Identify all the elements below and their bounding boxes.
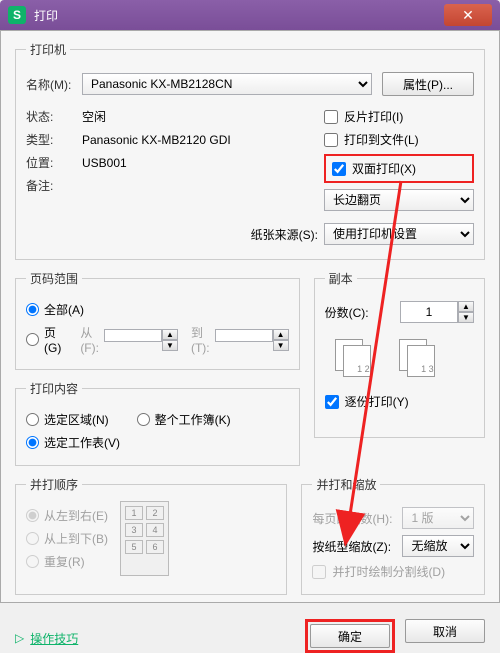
printer-group: 打印机 名称(M): Panasonic KX-MB2128CN 属性(P)..… [15,41,485,260]
count-label: 份数(C): [325,304,369,321]
print-to-file-checkbox[interactable] [324,133,338,147]
dialog-body: 打印机 名称(M): Panasonic KX-MB2128CN 属性(P)..… [0,30,500,603]
ok-highlight: 确定 [305,619,395,653]
copies-group: 副本 份数(C): ▲▼ 1 2 1 3 逐份打印(Y) [314,270,485,438]
sel-sheet-label: 选定工作表(V) [44,434,120,451]
perpage-select: 1 版 [402,507,474,529]
duplex-label: 双面打印(X) [352,160,416,177]
whole-book-radio[interactable] [137,413,150,426]
reverse-print-label: 反片打印(I) [344,108,403,125]
copies-legend: 副本 [325,270,357,287]
scale-group: 并打和缩放 每页的版数(H):1 版 按纸型缩放(Z):无缩放 并打时绘制分割线… [301,476,485,595]
lr-label: 从左到右(E) [44,507,108,524]
to-spin-down[interactable]: ▼ [273,340,289,351]
duplex-checkbox[interactable] [332,162,346,176]
cancel-button[interactable]: 取消 [405,619,485,643]
status-label: 状态: [26,108,82,125]
note-label: 备注: [26,177,82,194]
print-to-file-label: 打印到文件(L) [344,131,419,148]
printer-legend: 打印机 [26,41,70,58]
count-input[interactable] [400,301,458,323]
titlebar: S 打印 ✕ [0,0,500,30]
print-order-legend: 并打顺序 [26,476,82,493]
flip-select[interactable]: 长边翻页 [324,189,474,211]
app-icon: S [8,6,26,24]
close-button[interactable]: ✕ [444,4,492,26]
sel-sheet-radio[interactable] [26,436,39,449]
collate-checkbox[interactable] [325,395,339,409]
loc-label: 位置: [26,154,82,171]
repeat-radio [26,555,39,568]
type-value: Panasonic KX-MB2120 GDI [82,133,231,147]
to-input[interactable] [215,329,273,342]
tips-label: 操作技巧 [30,630,78,647]
print-order-group: 并打顺序 从左到右(E) 从上到下(B) 重复(R) 123456 [15,476,287,595]
cutline-label: 并打时绘制分割线(D) [332,563,445,580]
to-spin-up[interactable]: ▲ [273,329,289,340]
page-range-group: 页码范围 全部(A) 页(G) 从(F): ▲▼ 到(T): ▲▼ [15,270,300,370]
from-spin-up[interactable]: ▲ [162,329,178,340]
from-label: 从(F): [80,324,99,355]
cutline-checkbox [312,565,326,579]
scale-legend: 并打和缩放 [312,476,380,493]
tb-radio [26,532,39,545]
name-label: 名称(M): [26,76,82,93]
to-label: 到(T): [191,324,210,355]
reverse-print-checkbox[interactable] [324,110,338,124]
pages-label: 页(G) [44,324,61,355]
properties-button[interactable]: 属性(P)... [382,72,474,96]
papersrc-select[interactable]: 使用打印机设置 [324,223,474,245]
papertype-label: 按纸型缩放(Z): [312,538,402,555]
status-value: 空闲 [82,108,106,125]
ok-button[interactable]: 确定 [310,624,390,648]
sel-region-radio[interactable] [26,413,39,426]
all-pages-label: 全部(A) [44,301,84,318]
order-preview-icon: 123456 [120,501,169,576]
collate-icon-1: 1 2 [335,339,383,379]
collate-icon-2: 1 3 [399,339,447,379]
count-spin-up[interactable]: ▲ [458,301,474,312]
type-label: 类型: [26,131,82,148]
repeat-label: 重复(R) [44,553,85,570]
printer-name-select[interactable]: Panasonic KX-MB2128CN [82,73,372,95]
sel-region-label: 选定区域(N) [44,411,109,428]
loc-value: USB001 [82,156,127,170]
from-spin-down[interactable]: ▼ [162,340,178,351]
perpage-label: 每页的版数(H): [312,510,402,527]
lr-radio [26,509,39,522]
from-input[interactable] [104,329,162,342]
page-range-legend: 页码范围 [26,270,82,287]
tips-link[interactable]: ▷ 操作技巧 [15,630,78,647]
print-content-group: 打印内容 选定区域(N) 整个工作簿(K) 选定工作表(V) [15,380,300,466]
print-content-legend: 打印内容 [26,380,82,397]
all-pages-radio[interactable] [26,303,39,316]
tb-label: 从上到下(B) [44,530,108,547]
papersrc-label: 纸张来源(S): [251,226,318,243]
play-icon: ▷ [15,631,24,645]
collate-label: 逐份打印(Y) [345,393,409,410]
pages-radio[interactable] [26,333,39,346]
papertype-select[interactable]: 无缩放 [402,535,474,557]
window-title: 打印 [34,7,444,24]
count-spin-down[interactable]: ▼ [458,312,474,323]
whole-book-label: 整个工作簿(K) [155,411,231,428]
